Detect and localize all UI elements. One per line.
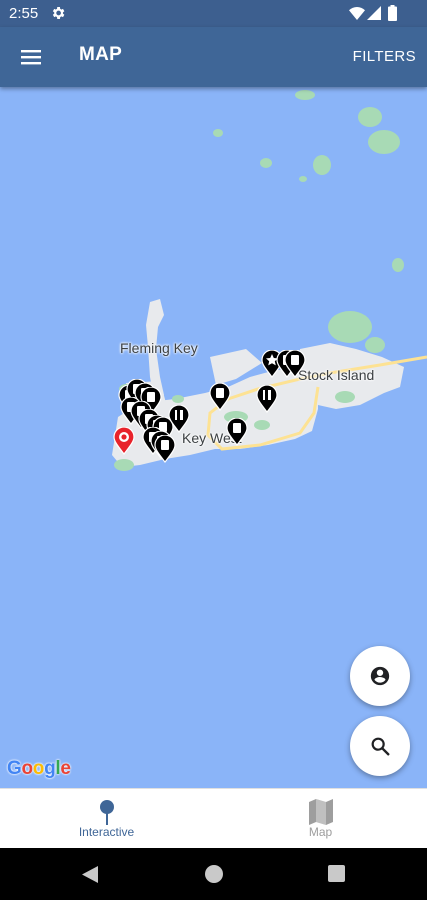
restaurant-pin-icon[interactable] [256, 385, 278, 413]
signal-icon [367, 6, 381, 20]
page-title: MAP [79, 44, 123, 65]
wifi-icon [349, 7, 365, 20]
battery-icon [388, 5, 397, 21]
info-pin-icon[interactable] [209, 383, 231, 411]
label-fleming-key: Fleming Key [120, 340, 198, 356]
map-view[interactable]: Fleming Key Stock Island Key West Google [0, 87, 427, 788]
tab-map-label: Map [308, 825, 333, 839]
hamburger-menu-icon[interactable] [21, 47, 41, 67]
status-bar: 2:55 [0, 0, 427, 27]
system-nav-bar [0, 848, 427, 900]
info-pin-icon[interactable] [154, 435, 176, 463]
info-pin-icon[interactable] [284, 350, 306, 378]
restaurant-pin-icon[interactable] [168, 405, 190, 433]
tab-interactive-label: Interactive [78, 825, 135, 839]
google-letter: e [60, 758, 71, 779]
account-circle-icon [370, 666, 390, 686]
settings-icon [52, 7, 65, 19]
google-letter: G [7, 758, 22, 779]
recents-icon[interactable] [328, 865, 345, 882]
tab-interactive[interactable]: Interactive [0, 789, 213, 849]
app-bar: MAP FILTERS [0, 27, 427, 87]
status-time: 2:55 [9, 5, 39, 22]
tab-map[interactable]: Map [214, 789, 427, 849]
search-button[interactable] [350, 716, 410, 776]
label-stock-island: Stock Island [298, 367, 375, 383]
info-pin-icon[interactable] [226, 418, 248, 446]
map-pin-icon [99, 800, 114, 825]
back-icon[interactable] [82, 866, 98, 883]
home-icon[interactable] [205, 865, 223, 883]
google-letter: g [44, 758, 56, 779]
filters-button[interactable]: FILTERS [353, 48, 416, 65]
map-icon [308, 799, 333, 825]
account-button[interactable] [350, 646, 410, 706]
google-logo: Google [7, 758, 71, 780]
bottom-nav: Interactive Map [0, 788, 427, 848]
google-letter: o [21, 758, 33, 779]
google-letter: o [32, 758, 45, 779]
location-pin-icon[interactable] [113, 427, 135, 455]
search-icon [371, 737, 390, 756]
